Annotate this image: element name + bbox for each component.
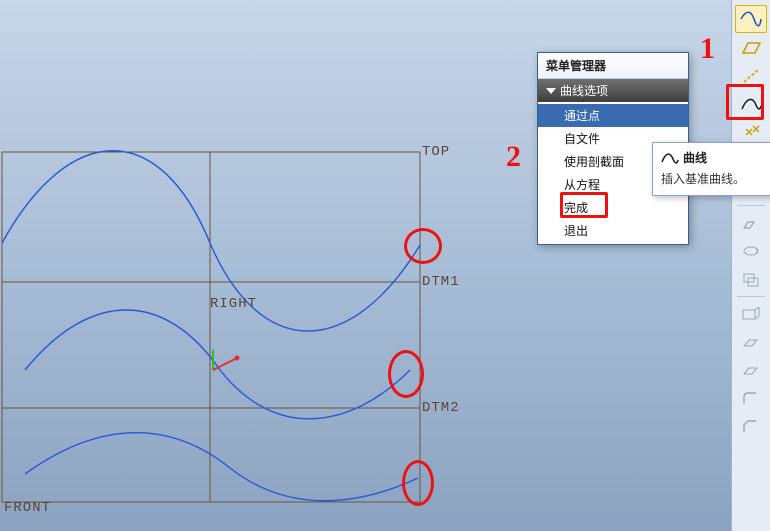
revolve-icon[interactable] [736,238,766,264]
menu-item-quit[interactable]: 退出 [538,219,688,242]
plane-label-top: TOP [422,144,450,160]
menu-manager-title: 菜单管理器 [538,53,688,79]
sweep-icon[interactable] [736,266,766,292]
plane-icon[interactable] [736,35,766,61]
curve-icon[interactable] [736,91,766,117]
toolbar-separator [737,296,765,297]
curve-tooltip-icon [661,151,679,165]
menu-item-done[interactable]: 完成 [538,196,688,219]
plane-label-dtm2: DTM2 [422,400,460,416]
fillet-icon[interactable] [736,385,766,411]
toolbar-separator [737,205,765,206]
chamfer-icon[interactable] [736,413,766,439]
menu-section-header[interactable]: 曲线选项 [538,79,688,102]
right-toolbar [731,0,770,531]
menu-item-through-points[interactable]: 通过点 [538,104,688,127]
extrude-icon[interactable] [736,210,766,236]
plane-label-dtm1: DTM1 [422,274,460,290]
menu-section-label: 曲线选项 [560,82,608,99]
axis-icon[interactable] [736,63,766,89]
display2-icon[interactable] [736,329,766,355]
plane-label-front: FRONT [4,500,51,516]
spline-icon[interactable] [735,5,767,33]
tooltip-title: 曲线 [683,149,707,166]
curve-tooltip: 曲线 插入基准曲线。 [652,142,770,196]
plane-label-right: RIGHT [210,296,257,312]
display1-icon[interactable] [736,301,766,327]
collapse-triangle-icon [546,88,556,94]
tooltip-body: 插入基准曲线。 [661,170,770,187]
display3-icon[interactable] [736,357,766,383]
